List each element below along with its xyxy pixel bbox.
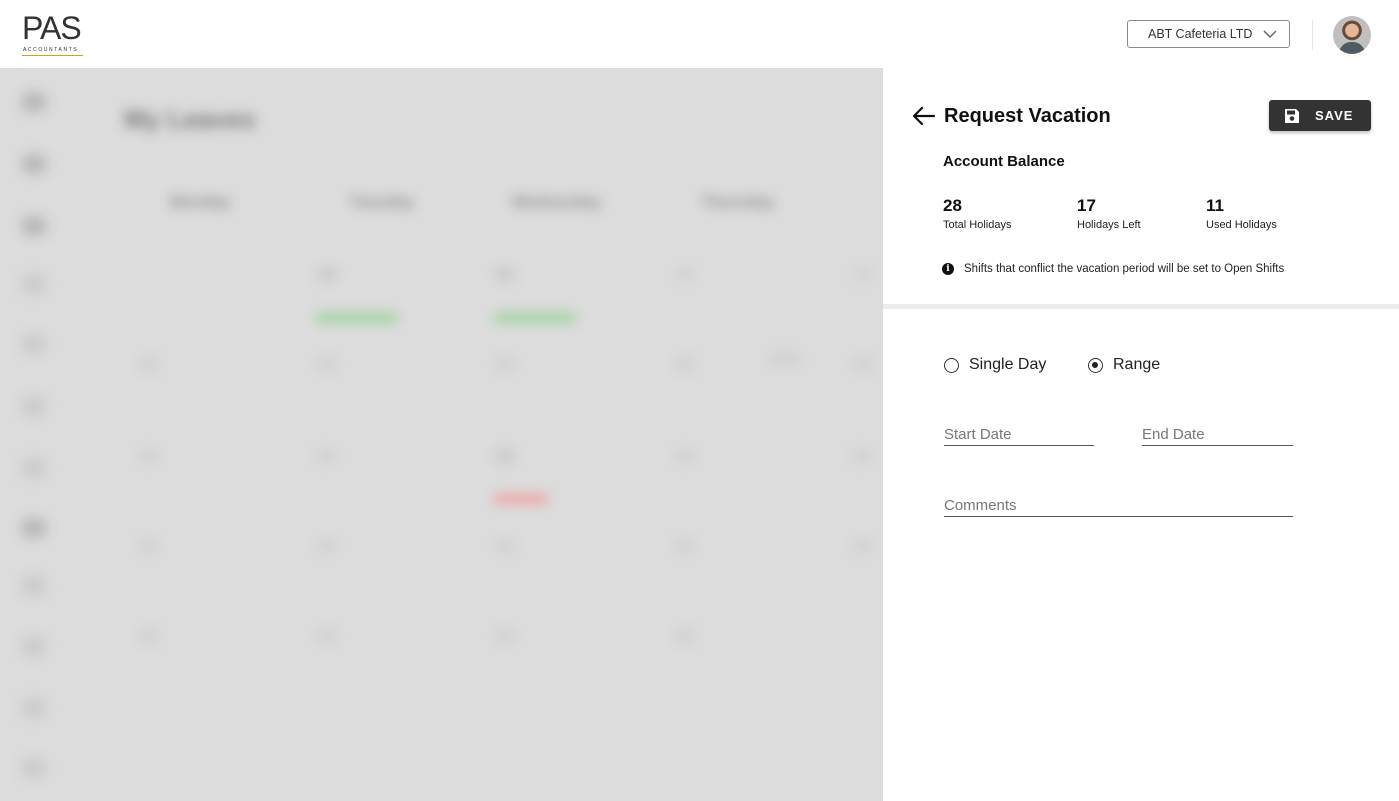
day-header: Thursday	[702, 194, 775, 211]
calendar-cell	[676, 450, 694, 462]
calendar-cell	[318, 630, 336, 642]
day-header: Wednesday	[512, 194, 601, 211]
stat-holidays-left: 17 Holidays Left	[1077, 196, 1141, 231]
chevron-down-icon	[1263, 30, 1277, 39]
comments-field[interactable]	[944, 497, 1293, 517]
calendar-cell	[140, 540, 158, 552]
calendar-cell	[318, 540, 336, 552]
calendar-cell	[676, 358, 694, 370]
calendar-cell	[496, 630, 514, 642]
sidebar-icon	[22, 636, 46, 656]
sidebar-icon	[22, 334, 46, 354]
sidebar-icon	[22, 576, 46, 596]
calendar-cell	[140, 450, 158, 462]
sidebar-icon	[22, 458, 46, 478]
sidebar-icon	[22, 758, 46, 778]
calendar-cell	[676, 540, 694, 552]
info-icon: i	[942, 263, 954, 275]
calendar-cell	[140, 630, 158, 642]
logo-text: PAS	[22, 10, 82, 46]
calendar-cell	[318, 358, 336, 370]
section-divider	[883, 304, 1399, 309]
calendar-cell	[854, 358, 872, 370]
shift-bar-green	[316, 313, 398, 323]
calendar-cell	[496, 450, 514, 462]
calendar-cell	[854, 450, 872, 462]
top-header: PAS ACCOUNTANTS ABT Cafeteria LTD	[0, 0, 1399, 68]
radio-label: Range	[1113, 356, 1161, 373]
stat-value: 28	[943, 196, 962, 215]
stat-value: 11	[1206, 196, 1224, 215]
back-arrow-icon[interactable]	[910, 104, 936, 128]
stat-label: Used Holidays	[1206, 219, 1277, 231]
radio-single-day[interactable]: Single Day	[944, 356, 1046, 374]
info-message-text: Shifts that conflict the vacation period…	[964, 263, 1285, 275]
sidebar-icon	[22, 92, 46, 112]
sidebar-icon	[22, 396, 46, 416]
calendar-cell	[496, 358, 514, 370]
company-selector-value: ABT Cafeteria LTD	[1148, 27, 1253, 41]
calendar-cell	[854, 540, 872, 552]
sidebar-icon	[22, 518, 46, 538]
sidebar-icon	[22, 274, 46, 294]
account-balance-title: Account Balance	[943, 153, 1065, 170]
request-vacation-panel: Request Vacation SAVE Account Balance 28…	[883, 68, 1399, 801]
sidebar-icon	[22, 698, 46, 718]
calendar-cell	[676, 268, 694, 280]
info-message: i Shifts that conflict the vacation peri…	[942, 263, 1284, 275]
stat-used-holidays: 11 Used Holidays	[1206, 196, 1277, 231]
sidebar-icon	[22, 154, 46, 174]
day-header: Tuesday	[350, 194, 414, 211]
save-button[interactable]: SAVE	[1269, 100, 1371, 131]
background-title: My Leaves	[124, 104, 256, 134]
header-divider	[1312, 20, 1313, 50]
radio-range[interactable]: Range	[1088, 356, 1160, 374]
logo-underline	[22, 55, 83, 56]
end-date-input[interactable]	[1142, 426, 1293, 443]
calendar-cell	[318, 450, 336, 462]
calendar-cell	[140, 358, 158, 370]
radio-circle-checked[interactable]	[1088, 357, 1103, 373]
start-date-field[interactable]	[944, 426, 1094, 446]
comments-input[interactable]	[944, 497, 1293, 514]
calendar-cell	[854, 268, 872, 280]
start-date-input[interactable]	[944, 426, 1094, 443]
end-date-field[interactable]	[1142, 426, 1293, 446]
stat-label: Total Holidays	[943, 219, 1012, 231]
user-avatar[interactable]	[1333, 16, 1371, 54]
panel-title: Request Vacation	[944, 105, 1111, 127]
blurred-background-app: My Leaves Monday Tuesday Wednesday Thurs…	[0, 68, 883, 801]
calendar-cell	[676, 630, 694, 642]
company-logo[interactable]: PAS ACCOUNTANTS	[22, 12, 84, 58]
floppy-disk-icon	[1285, 108, 1299, 123]
day-header: Monday	[170, 194, 231, 211]
calendar-cell	[496, 268, 514, 280]
calendar-cell	[770, 353, 800, 365]
radio-label: Single Day	[969, 356, 1047, 373]
company-selector[interactable]: ABT Cafeteria LTD	[1127, 20, 1290, 48]
calendar-cell	[318, 268, 336, 280]
stat-value: 17	[1077, 196, 1096, 215]
calendar-cell	[496, 540, 514, 552]
sidebar-icon	[22, 216, 46, 236]
stat-total-holidays: 28 Total Holidays	[943, 196, 1011, 231]
save-button-label: SAVE	[1315, 108, 1354, 123]
shift-bar-red	[494, 494, 548, 504]
stat-label: Holidays Left	[1077, 219, 1141, 231]
shift-bar-green	[494, 313, 576, 323]
logo-subtext: ACCOUNTANTS	[23, 47, 79, 53]
radio-circle[interactable]	[944, 357, 959, 373]
